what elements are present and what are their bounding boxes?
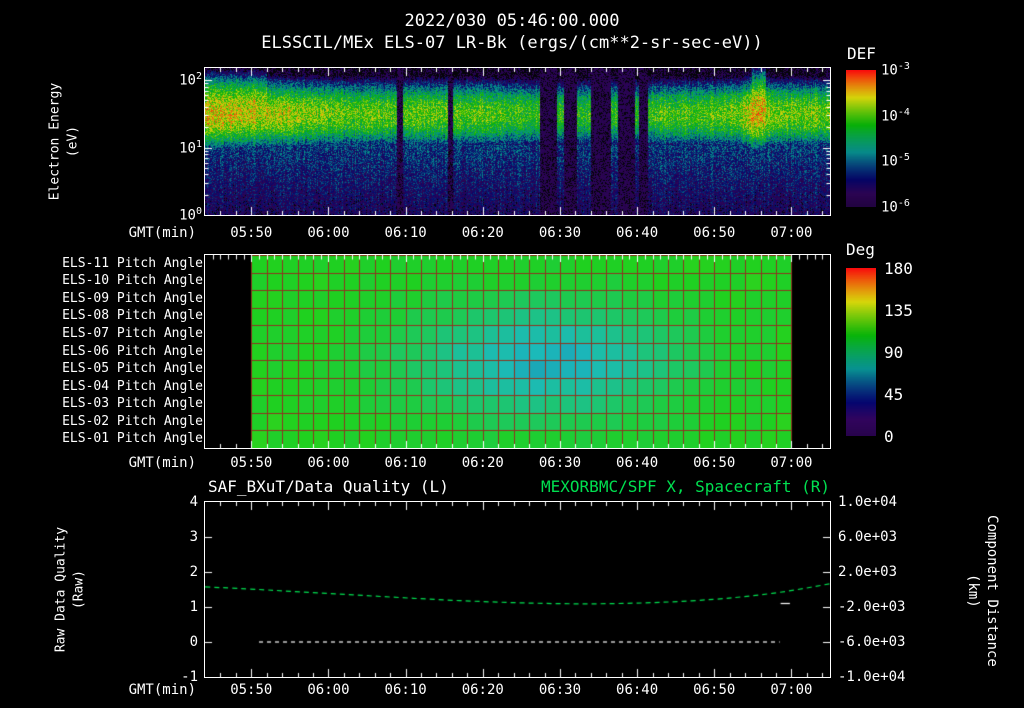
x-tick-label-pitch: 06:00 bbox=[307, 455, 350, 471]
x-tick-label-spectro: 06:10 bbox=[384, 225, 427, 241]
deg-colorbar bbox=[846, 268, 876, 436]
pitch-row-label: ELS-02 Pitch Angle bbox=[62, 413, 203, 429]
quality-tick-label: 2 bbox=[189, 564, 198, 580]
pitch-row-label: ELS-01 Pitch Angle bbox=[62, 431, 203, 447]
gmt-axis-label-middle: GMT(min) bbox=[128, 455, 196, 471]
quality-tick-label: 1 bbox=[189, 599, 198, 615]
gmt-axis-label-top: GMT(min) bbox=[128, 225, 196, 241]
distance-axis-label: Component Distance (km) bbox=[965, 515, 1000, 667]
pitch-row-label: ELS-06 Pitch Angle bbox=[62, 343, 203, 359]
def-colorbar bbox=[846, 70, 876, 207]
x-tick-label-pitch: 06:30 bbox=[538, 455, 582, 471]
pitch-angle-panel bbox=[204, 254, 831, 449]
x-tick-label-bottom: 05:50 bbox=[230, 682, 273, 698]
bottom-left-series-title: SAF_BXuT/Data Quality (L) bbox=[208, 477, 449, 496]
quality-tick-label: 3 bbox=[189, 529, 198, 545]
quality-tick-label: 0 bbox=[189, 634, 198, 650]
quality-tick-label: 4 bbox=[189, 494, 198, 510]
distance-tick-label: 1.0e+04 bbox=[838, 494, 898, 510]
spectrogram-canvas bbox=[205, 68, 830, 215]
pitch-row-label: ELS-11 Pitch Angle bbox=[62, 255, 203, 271]
spectrogram-panel bbox=[204, 67, 831, 216]
def-tick-label: 10-5 bbox=[881, 152, 910, 170]
deg-tick-label: 0 bbox=[884, 427, 894, 446]
x-tick-label-bottom: 06:00 bbox=[307, 682, 350, 698]
distance-tick-label: -2.0e+03 bbox=[838, 599, 906, 615]
x-tick-label-spectro: 06:30 bbox=[538, 225, 582, 241]
x-tick-label-bottom: 06:10 bbox=[384, 682, 427, 698]
x-tick-label-pitch: 06:10 bbox=[384, 455, 427, 471]
x-tick-label-spectro: 07:00 bbox=[770, 225, 813, 241]
x-tick-label-pitch: 06:50 bbox=[693, 455, 736, 471]
def-tick-label: 10-6 bbox=[881, 198, 910, 216]
quality-axis-label: Raw Data Quality (Raw) bbox=[53, 526, 86, 653]
energy-tick-label: 102 bbox=[179, 71, 202, 89]
pitch-row-label: ELS-08 Pitch Angle bbox=[62, 308, 203, 324]
x-tick-label-spectro: 06:40 bbox=[616, 225, 659, 241]
def-tick-label: 10-4 bbox=[881, 106, 910, 125]
x-tick-label-bottom: 06:40 bbox=[616, 682, 659, 698]
x-tick-label-pitch: 06:20 bbox=[461, 455, 504, 471]
gmt-axis-label-bottom: GMT(min) bbox=[128, 682, 196, 698]
deg-tick-label: 135 bbox=[884, 301, 913, 320]
distance-tick-label: 6.0e+03 bbox=[838, 529, 898, 545]
line-chart-canvas bbox=[205, 502, 830, 677]
deg-tick-label: 45 bbox=[884, 385, 904, 404]
x-tick-label-pitch: 07:00 bbox=[770, 455, 813, 471]
pitch-row-label: ELS-09 Pitch Angle bbox=[62, 290, 203, 306]
line-chart-panel bbox=[204, 501, 831, 678]
distance-tick-label: -1.0e+04 bbox=[838, 669, 906, 685]
pitch-angle-canvas bbox=[205, 255, 830, 448]
x-tick-label-spectro: 06:50 bbox=[693, 225, 736, 241]
deg-tick-label: 90 bbox=[884, 343, 904, 362]
pitch-row-label: ELS-03 Pitch Angle bbox=[62, 396, 203, 412]
energy-axis-label: Electron Energy (eV) bbox=[47, 82, 80, 201]
energy-tick-label: 100 bbox=[179, 206, 202, 224]
deg-tick-label: 180 bbox=[884, 259, 913, 278]
distance-tick-label: -6.0e+03 bbox=[838, 634, 906, 650]
x-tick-label-bottom: 06:30 bbox=[538, 682, 582, 698]
pitch-row-label: ELS-05 Pitch Angle bbox=[62, 361, 203, 377]
x-tick-label-spectro: 05:50 bbox=[230, 225, 273, 241]
x-tick-label-pitch: 06:40 bbox=[616, 455, 659, 471]
x-tick-label-bottom: 07:00 bbox=[770, 682, 813, 698]
deg-colorbar-title: Deg bbox=[846, 240, 875, 259]
x-tick-label-pitch: 05:50 bbox=[230, 455, 273, 471]
x-tick-label-spectro: 06:20 bbox=[461, 225, 504, 241]
x-tick-label-bottom: 06:20 bbox=[461, 682, 504, 698]
plot-screen: 2022/030 05:46:00.000 ELSSCIL/MEx ELS-07… bbox=[0, 0, 1024, 708]
page-title: 2022/030 05:46:00.000 bbox=[404, 11, 620, 31]
pitch-row-label: ELS-04 Pitch Angle bbox=[62, 378, 203, 394]
pitch-row-label: ELS-10 Pitch Angle bbox=[62, 273, 203, 289]
def-colorbar-title: DEF bbox=[847, 44, 876, 63]
def-tick-label: 10-3 bbox=[881, 61, 910, 79]
energy-tick-label: 101 bbox=[179, 138, 202, 157]
pitch-row-label: ELS-07 Pitch Angle bbox=[62, 325, 203, 341]
x-tick-label-spectro: 06:00 bbox=[307, 225, 350, 241]
distance-tick-label: 2.0e+03 bbox=[838, 564, 898, 580]
bottom-right-series-title: MEXORBMC/SPF X, Spacecraft (R) bbox=[541, 477, 830, 496]
plot-subtitle: ELSSCIL/MEx ELS-07 LR-Bk (ergs/(cm**2-sr… bbox=[261, 33, 763, 53]
x-tick-label-bottom: 06:50 bbox=[693, 682, 736, 698]
